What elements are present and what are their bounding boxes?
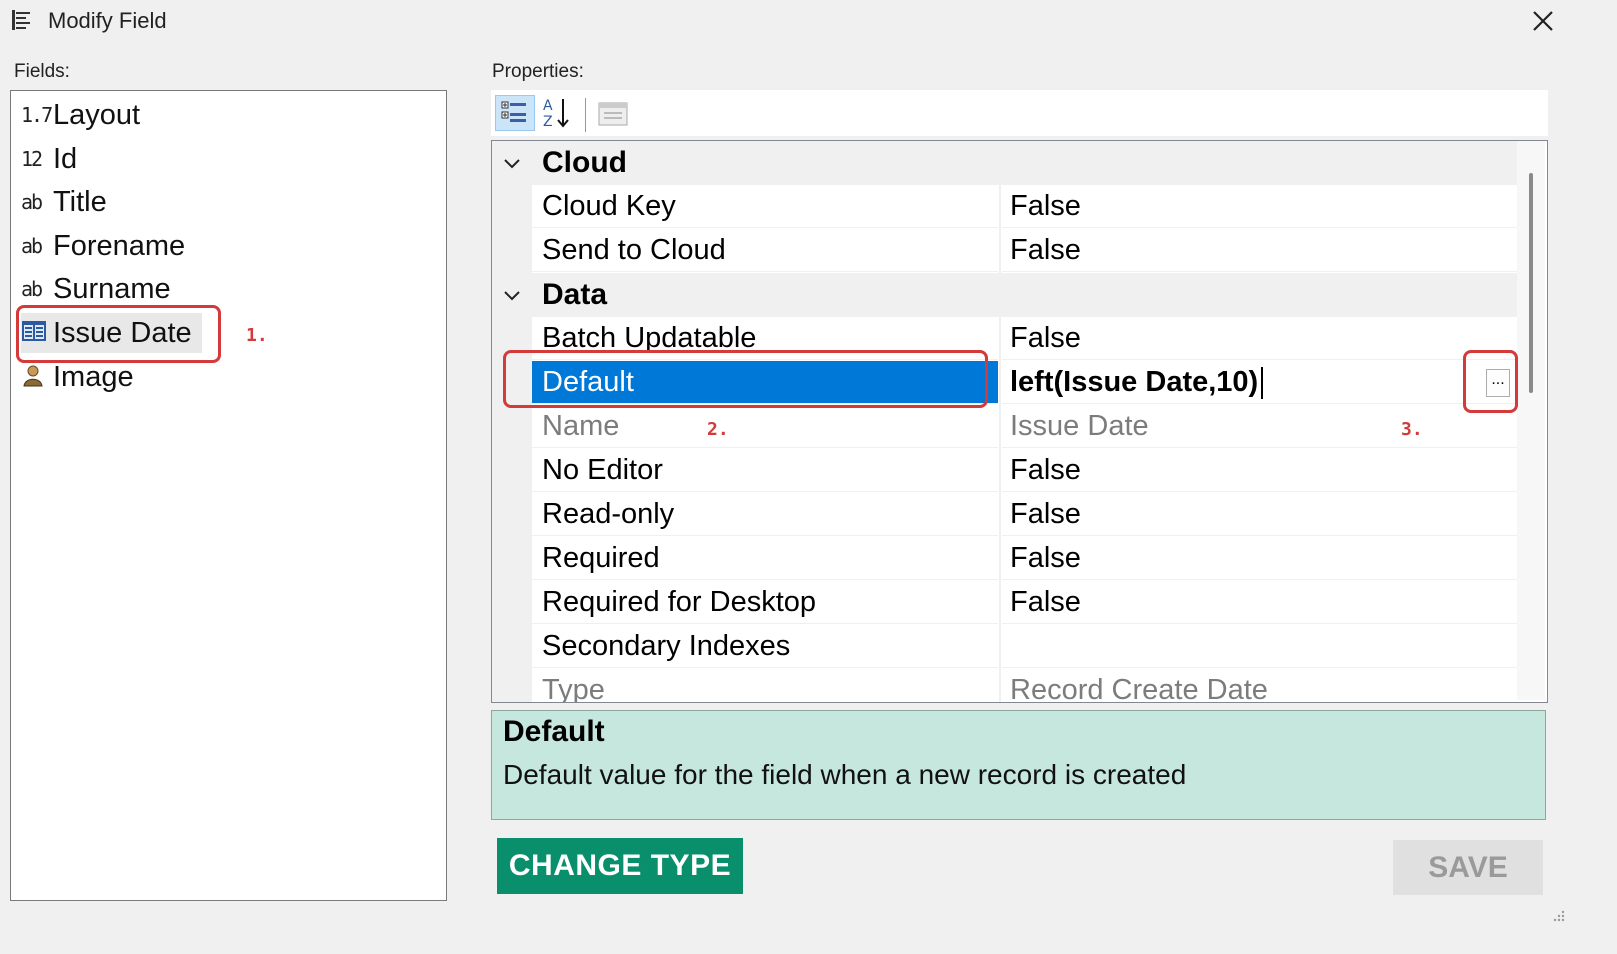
property-value[interactable]: Record Create Date xyxy=(1002,669,1517,702)
annotation-number: 3. xyxy=(1401,419,1423,440)
field-item-title[interactable]: ab Title xyxy=(21,182,117,222)
property-value[interactable]: False xyxy=(1002,449,1517,492)
annotation-number: 2. xyxy=(707,419,729,440)
property-row-required[interactable]: Required False xyxy=(492,537,1517,581)
fields-label: Fields: xyxy=(14,61,70,82)
svg-text:Z: Z xyxy=(543,114,553,130)
property-name[interactable]: Cloud Key xyxy=(532,185,998,228)
field-label: Layout xyxy=(53,98,141,131)
property-row-type[interactable]: Type Record Create Date xyxy=(492,669,1517,702)
person-image-icon xyxy=(21,363,53,392)
property-name[interactable]: No Editor xyxy=(532,449,998,492)
annotation-box-default xyxy=(503,350,988,408)
property-value[interactable]: False xyxy=(1002,581,1517,624)
category-label: Data xyxy=(542,278,608,311)
resize-grip-icon[interactable] xyxy=(1550,907,1566,923)
text-field-icon: ab xyxy=(21,190,43,214)
property-name[interactable]: Type xyxy=(532,669,998,702)
scrollbar-thumb[interactable] xyxy=(1529,173,1533,393)
category-label: Cloud xyxy=(542,146,627,179)
property-name[interactable]: Read-only xyxy=(532,493,998,536)
text-caret xyxy=(1261,367,1264,400)
categorized-view-icon[interactable] xyxy=(495,95,535,131)
property-row-send-to-cloud[interactable]: Send to Cloud False xyxy=(492,229,1517,273)
field-item-id[interactable]: 12 Id xyxy=(21,139,87,179)
field-item-forename[interactable]: ab Forename xyxy=(21,226,195,266)
property-value[interactable]: False xyxy=(1002,493,1517,536)
close-icon[interactable] xyxy=(1526,4,1560,38)
text-field-icon: ab xyxy=(21,234,43,258)
property-name[interactable]: Name xyxy=(532,405,998,448)
annotation-box-ellipsis xyxy=(1463,350,1518,413)
description-title: Default xyxy=(503,715,605,748)
field-label: Id xyxy=(53,142,78,175)
field-item-image[interactable]: Image xyxy=(21,357,144,397)
field-label: Title xyxy=(53,185,107,218)
property-row-read-only[interactable]: Read-only False xyxy=(492,493,1517,537)
property-name[interactable]: Secondary Indexes xyxy=(532,625,998,668)
text-field-icon: ab xyxy=(21,277,43,301)
description-pane: Default Default value for the field when… xyxy=(491,710,1546,820)
annotation-number: 1. xyxy=(246,325,268,346)
property-row-no-editor[interactable]: No Editor False xyxy=(492,449,1517,493)
property-grid[interactable]: Cloud Cloud Key False Send to Cloud Fals… xyxy=(491,140,1548,703)
properties-toolbar: A Z xyxy=(491,90,1548,136)
change-type-button[interactable]: CHANGE TYPE xyxy=(497,838,743,894)
title-bar: Modify Field xyxy=(0,0,1568,48)
field-label: Image xyxy=(53,360,134,393)
field-label: Surname xyxy=(53,272,171,305)
field-item-layout[interactable]: 1.7 Layout xyxy=(21,95,150,135)
alphabetical-sort-icon[interactable]: A Z xyxy=(539,95,579,131)
save-button[interactable]: SAVE xyxy=(1393,840,1543,895)
description-text: Default value for the field when a new r… xyxy=(503,759,1187,790)
field-item-surname[interactable]: ab Surname xyxy=(21,269,181,309)
property-pages-icon xyxy=(595,95,635,131)
integer-number-icon: 12 xyxy=(21,147,43,171)
default-value-text: left(Issue Date,10) xyxy=(1010,366,1259,398)
property-value[interactable]: False xyxy=(1002,537,1517,580)
property-value[interactable] xyxy=(1002,625,1517,668)
chevron-down-icon[interactable] xyxy=(500,283,524,307)
property-value[interactable]: False xyxy=(1002,229,1517,272)
properties-label: Properties: xyxy=(492,61,584,82)
chevron-down-icon[interactable] xyxy=(500,151,524,175)
default-value-input[interactable]: left(Issue Date,10) xyxy=(1002,361,1517,404)
fields-list[interactable]: 1.7 Layout 12 Id ab Title ab Forename ab… xyxy=(10,90,447,901)
toolbar-separator xyxy=(585,98,586,132)
category-cloud: Cloud xyxy=(492,141,1517,185)
svg-text:A: A xyxy=(543,98,553,114)
property-row-name[interactable]: Name Issue Date xyxy=(492,405,1517,449)
decimal-number-icon: 1.7 xyxy=(21,103,53,127)
vertical-scrollbar[interactable] xyxy=(1517,141,1545,700)
property-name[interactable]: Required xyxy=(532,537,998,580)
property-name[interactable]: Required for Desktop xyxy=(532,581,998,624)
property-value[interactable]: False xyxy=(1002,317,1517,360)
property-row-secondary-indexes[interactable]: Secondary Indexes xyxy=(492,625,1517,669)
category-data: Data xyxy=(492,273,1517,317)
field-label: Forename xyxy=(53,229,186,262)
window-title: Modify Field xyxy=(48,8,167,33)
annotation-box-issue-date xyxy=(16,305,221,363)
property-row-cloud-key[interactable]: Cloud Key False xyxy=(492,185,1517,229)
property-value[interactable]: Issue Date xyxy=(1002,405,1517,448)
form-icon xyxy=(10,8,32,34)
property-name[interactable]: Send to Cloud xyxy=(532,229,998,272)
property-row-required-for-desktop[interactable]: Required for Desktop False xyxy=(492,581,1517,625)
property-value[interactable]: False xyxy=(1002,185,1517,228)
